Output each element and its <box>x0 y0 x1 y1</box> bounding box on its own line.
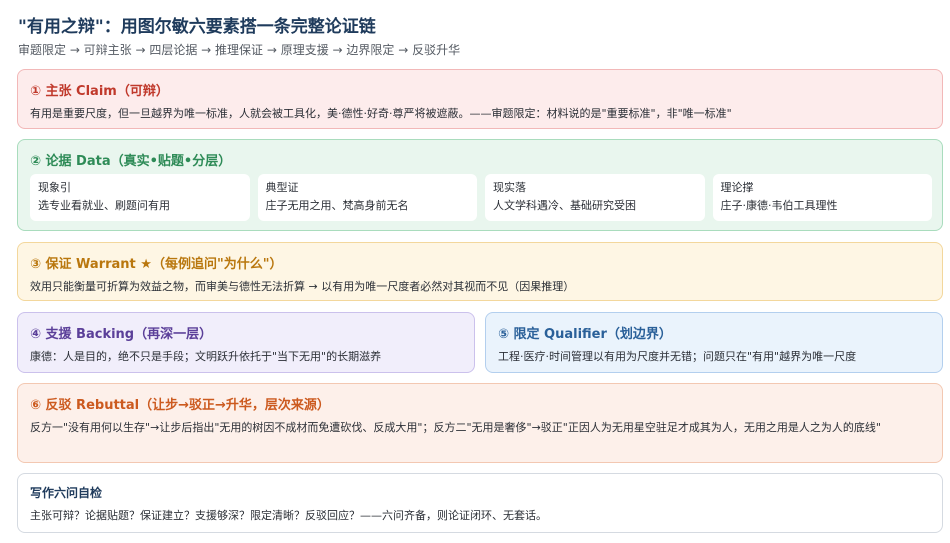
self-check-body: 主张可辩？论据贴题？保证建立？支援够深？限定清晰？反驳回应？——六问齐备，则论证… <box>30 509 547 522</box>
self-check-heading: 写作六问自检 <box>30 486 103 500</box>
data-item-text: 庄子·康德·韦伯工具理性 <box>720 199 838 213</box>
data-item-theory: 理论撑 庄子·康德·韦伯工具理性 <box>712 174 932 221</box>
data-item-text: 选专业看就业、刷题问有用 <box>38 199 170 213</box>
data-item-label: 理论撑 <box>720 181 754 194</box>
data-item-text: 人文学科遇冷、基础研究受困 <box>493 199 636 213</box>
data-item-typical: 典型证 庄子无用之用、梵高身前无名 <box>257 174 477 221</box>
backing-body: 康德：人是目的，绝不只是手段；文明跃升依托于"当下无用"的长期滋养 <box>30 350 382 363</box>
data-item-label: 典型证 <box>265 181 299 194</box>
claim-heading: ① 主张 Claim（可辩） <box>30 84 169 99</box>
backing-heading: ④ 支援 Backing（再深一层） <box>30 327 213 342</box>
warrant-card: ③ 保证 Warrant ★（每例追问"为什么"） 效用只能衡量可折算为效益之物… <box>17 242 943 301</box>
data-item-reality: 现实落 人文学科遇冷、基础研究受困 <box>485 174 705 221</box>
warrant-heading: ③ 保证 Warrant ★（每例追问"为什么"） <box>30 257 283 272</box>
rebuttal-card: ⑥ 反驳 Rebuttal（让步→驳正→升华，层次来源） 反方一"没有用何以生存… <box>17 383 943 463</box>
rebuttal-body: 反方一"没有用何以生存"→让步后指出"无用的树因不成材而免遭砍伐、反成大用"；反… <box>30 421 881 434</box>
self-check-card: 写作六问自检 主张可辩？论据贴题？保证建立？支援够深？限定清晰？反驳回应？——六… <box>17 473 943 533</box>
data-grid: 现象引 选专业看就业、刷题问有用 典型证 庄子无用之用、梵高身前无名 现实落 人… <box>30 174 932 221</box>
data-item-phenomenon: 现象引 选专业看就业、刷题问有用 <box>30 174 250 221</box>
page-subtitle: 审题限定 → 可辩主张 → 四层论据 → 推理保证 → 原理支援 → 边界限定 … <box>18 43 461 57</box>
qualifier-card: ⑤ 限定 Qualifier（划边界） 工程·医疗·时间管理以有用为尺度并无错；… <box>485 312 943 373</box>
data-heading: ② 论据 Data（真实•贴题•分层） <box>30 154 232 169</box>
rebuttal-heading: ⑥ 反驳 Rebuttal（让步→驳正→升华，层次来源） <box>30 398 330 413</box>
warrant-body: 效用只能衡量可折算为效益之物，而审美与德性无法折算 → 以有用为唯一尺度者必然对… <box>30 280 575 293</box>
data-card: ② 论据 Data（真实•贴题•分层） 现象引 选专业看就业、刷题问有用 典型证… <box>17 139 943 231</box>
claim-card: ① 主张 Claim（可辩） 有用是重要尺度，但一旦越界为唯一标准，人就会被工具… <box>17 69 943 129</box>
data-item-label: 现实落 <box>493 181 526 194</box>
claim-body: 有用是重要尺度，但一旦越界为唯一标准，人就会被工具化，美·德性·好奇·尊严将被遮… <box>30 107 732 120</box>
data-item-text: 庄子无用之用、梵高身前无名 <box>265 199 409 213</box>
page-title: "有用之辩"：用图尔敏六要素搭一条完整论证链 <box>18 17 376 37</box>
qualifier-heading: ⑤ 限定 Qualifier（划边界） <box>498 327 672 342</box>
data-item-label: 现象引 <box>38 181 71 194</box>
backing-card: ④ 支援 Backing（再深一层） 康德：人是目的，绝不只是手段；文明跃升依托… <box>17 312 475 373</box>
qualifier-body: 工程·医疗·时间管理以有用为尺度并无错；问题只在"有用"越界为唯一尺度 <box>498 350 857 363</box>
